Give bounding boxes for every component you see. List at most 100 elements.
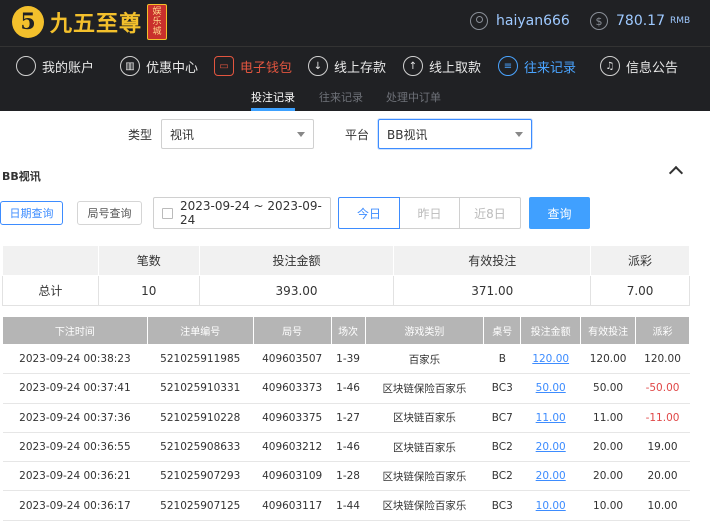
date-query-button[interactable]: 日期查询 [0,201,63,225]
wallet-icon: ▭ [214,56,234,76]
column-header: 游戏类别 [364,316,485,345]
type-label: 类型 [128,128,153,142]
bet-amount-link[interactable]: 20.00 [536,441,566,453]
date-range-value: 2023-09-24 ~ 2023-09-24 [180,199,322,227]
summary-header-row: 笔数 投注金额 有效投注 派彩 [2,245,690,276]
yesterday-button[interactable]: 昨日 [399,197,460,229]
bet-records-table: 下注时间 注单编号 局号 场次 游戏类别 桌号 投注金额 有效投注 派彩 202… [2,316,690,521]
summary-header: 有效投注 [393,245,592,276]
table-no-cell: BC2 [483,432,521,463]
valid-bet-cell: 120.00 [580,344,636,375]
session-cell: 1-46 [331,373,366,404]
today-button[interactable]: 今日 [338,197,400,229]
summary-header: 笔数 [97,245,200,276]
valid-bet-cell: 11.00 [580,403,636,433]
dollar-icon: $ [590,12,608,30]
bet-amount-link[interactable]: 50.00 [536,382,566,394]
bet-amount-link[interactable]: 11.00 [536,412,566,424]
table-no-cell: BC2 [483,461,521,492]
tab-transaction-records[interactable]: 往来记录 [319,89,363,105]
tab-pending-orders[interactable]: 处理中订单 [386,89,441,105]
summary-cell: 10 [97,275,200,306]
chevron-up-icon[interactable] [668,165,684,181]
game-type-cell: 区块链百家乐 [365,403,484,433]
table-row: 2023-09-24 00:38:23 521025911985 4096035… [2,344,690,375]
active-tab-indicator [251,108,295,111]
logo-mark: 5 [12,6,44,38]
user-account[interactable]: haiyan666 [470,12,570,30]
column-header: 注单编号 [146,316,254,345]
summary-header [2,245,99,276]
main-nav: 我的账户 ▥ 优惠中心 ▭ 电子钱包 ↓ 线上存款 ↑ 线上取款 ≡ 往来记录 … [0,46,710,84]
payout-cell: 10.00 [635,490,690,521]
bet-amount-cell: 10.00 [520,490,581,521]
bet-time-cell: 2023-09-24 00:38:23 [2,344,148,375]
top-bar: 5 九五至尊 娱 乐 城 haiyan666 $ 780.17 RMB [0,0,710,46]
logo-tag-char: 娱 [152,7,162,17]
logo[interactable]: 5 九五至尊 娱 乐 城 [12,4,168,40]
column-header: 场次 [330,316,366,345]
table-row: 2023-09-24 00:36:21 521025907293 4096031… [2,461,690,492]
bet-amount-cell: 20.00 [520,461,581,492]
payout-cell: 20.00 [635,461,690,492]
bet-time-cell: 2023-09-24 00:36:21 [2,461,148,492]
nav-online-deposit[interactable]: ↓ 线上存款 [308,55,386,77]
game-type-cell: 区块链百家乐 [365,432,484,463]
round-id-cell: 409603212 [253,432,332,463]
tab-bet-records[interactable]: 投注记录 [251,89,295,105]
ticket-id-cell: 521025910228 [147,403,254,433]
bet-amount-link[interactable]: 10.00 [536,500,566,512]
game-type-cell: 百家乐 [365,344,484,375]
records-icon: ≡ [498,56,518,76]
bet-amount-link[interactable]: 120.00 [532,353,569,365]
platform-label: 平台 [345,128,370,142]
nav-label: 信息公告 [626,60,679,76]
ticket-id-cell: 521025911985 [147,344,254,375]
bet-time-cell: 2023-09-24 00:37:41 [2,373,148,404]
last-8-days-button[interactable]: 近8日 [459,197,521,229]
nav-online-withdraw[interactable]: ↑ 线上取款 [403,55,481,77]
nav-label: 优惠中心 [146,60,199,76]
ticket-id-cell: 521025907293 [147,461,254,492]
chevron-down-icon [515,132,523,137]
bet-amount-cell: 120.00 [520,344,581,375]
round-id-cell: 409603375 [253,403,332,433]
nav-label: 线上取款 [429,60,482,76]
platform-select-value: BB视讯 [387,127,428,142]
chevron-down-icon [297,132,305,137]
ticket-id-cell: 521025908633 [147,432,254,463]
username: haiyan666 [496,13,570,29]
withdraw-icon: ↑ [403,56,423,76]
column-header: 有效投注 [580,316,637,345]
nav-transaction-records[interactable]: ≡ 往来记录 [498,55,576,77]
summary-header: 派彩 [590,245,690,276]
session-cell: 1-39 [331,344,366,375]
session-cell: 1-28 [331,461,366,492]
nav-announcements[interactable]: ♫ 信息公告 [600,55,678,77]
round-id-cell: 409603109 [253,461,332,492]
bet-amount-cell: 50.00 [520,373,581,404]
payout-cell: 120.00 [635,344,690,375]
type-select-value: 视讯 [170,127,195,142]
ticket-id-cell: 521025907125 [147,490,254,521]
query-button[interactable]: 查询 [529,197,590,229]
round-id-cell: 409603373 [253,373,332,404]
nav-label: 线上存款 [334,60,387,76]
round-query-button[interactable]: 局号查询 [77,201,142,225]
valid-bet-cell: 20.00 [580,432,636,463]
payout-cell: -11.00 [635,403,690,433]
table-row: 2023-09-24 00:37:36 521025910228 4096033… [2,403,690,433]
nav-promotions[interactable]: ▥ 优惠中心 [120,55,198,77]
game-type-cell: 区块链保险百家乐 [365,373,484,404]
logo-tag-char: 乐 [152,17,162,27]
bet-amount-link[interactable]: 20.00 [536,470,566,482]
user-icon [16,56,36,76]
platform-select[interactable]: BB视讯 [378,119,532,149]
type-select[interactable]: 视讯 [161,119,314,149]
user-icon [470,12,488,30]
date-range-input[interactable]: 2023-09-24 ~ 2023-09-24 [153,197,331,229]
nav-my-account[interactable]: 我的账户 [16,55,94,77]
valid-bet-cell: 50.00 [580,373,636,404]
nav-e-wallet[interactable]: ▭ 电子钱包 [214,55,292,77]
nav-label: 电子钱包 [240,60,293,76]
